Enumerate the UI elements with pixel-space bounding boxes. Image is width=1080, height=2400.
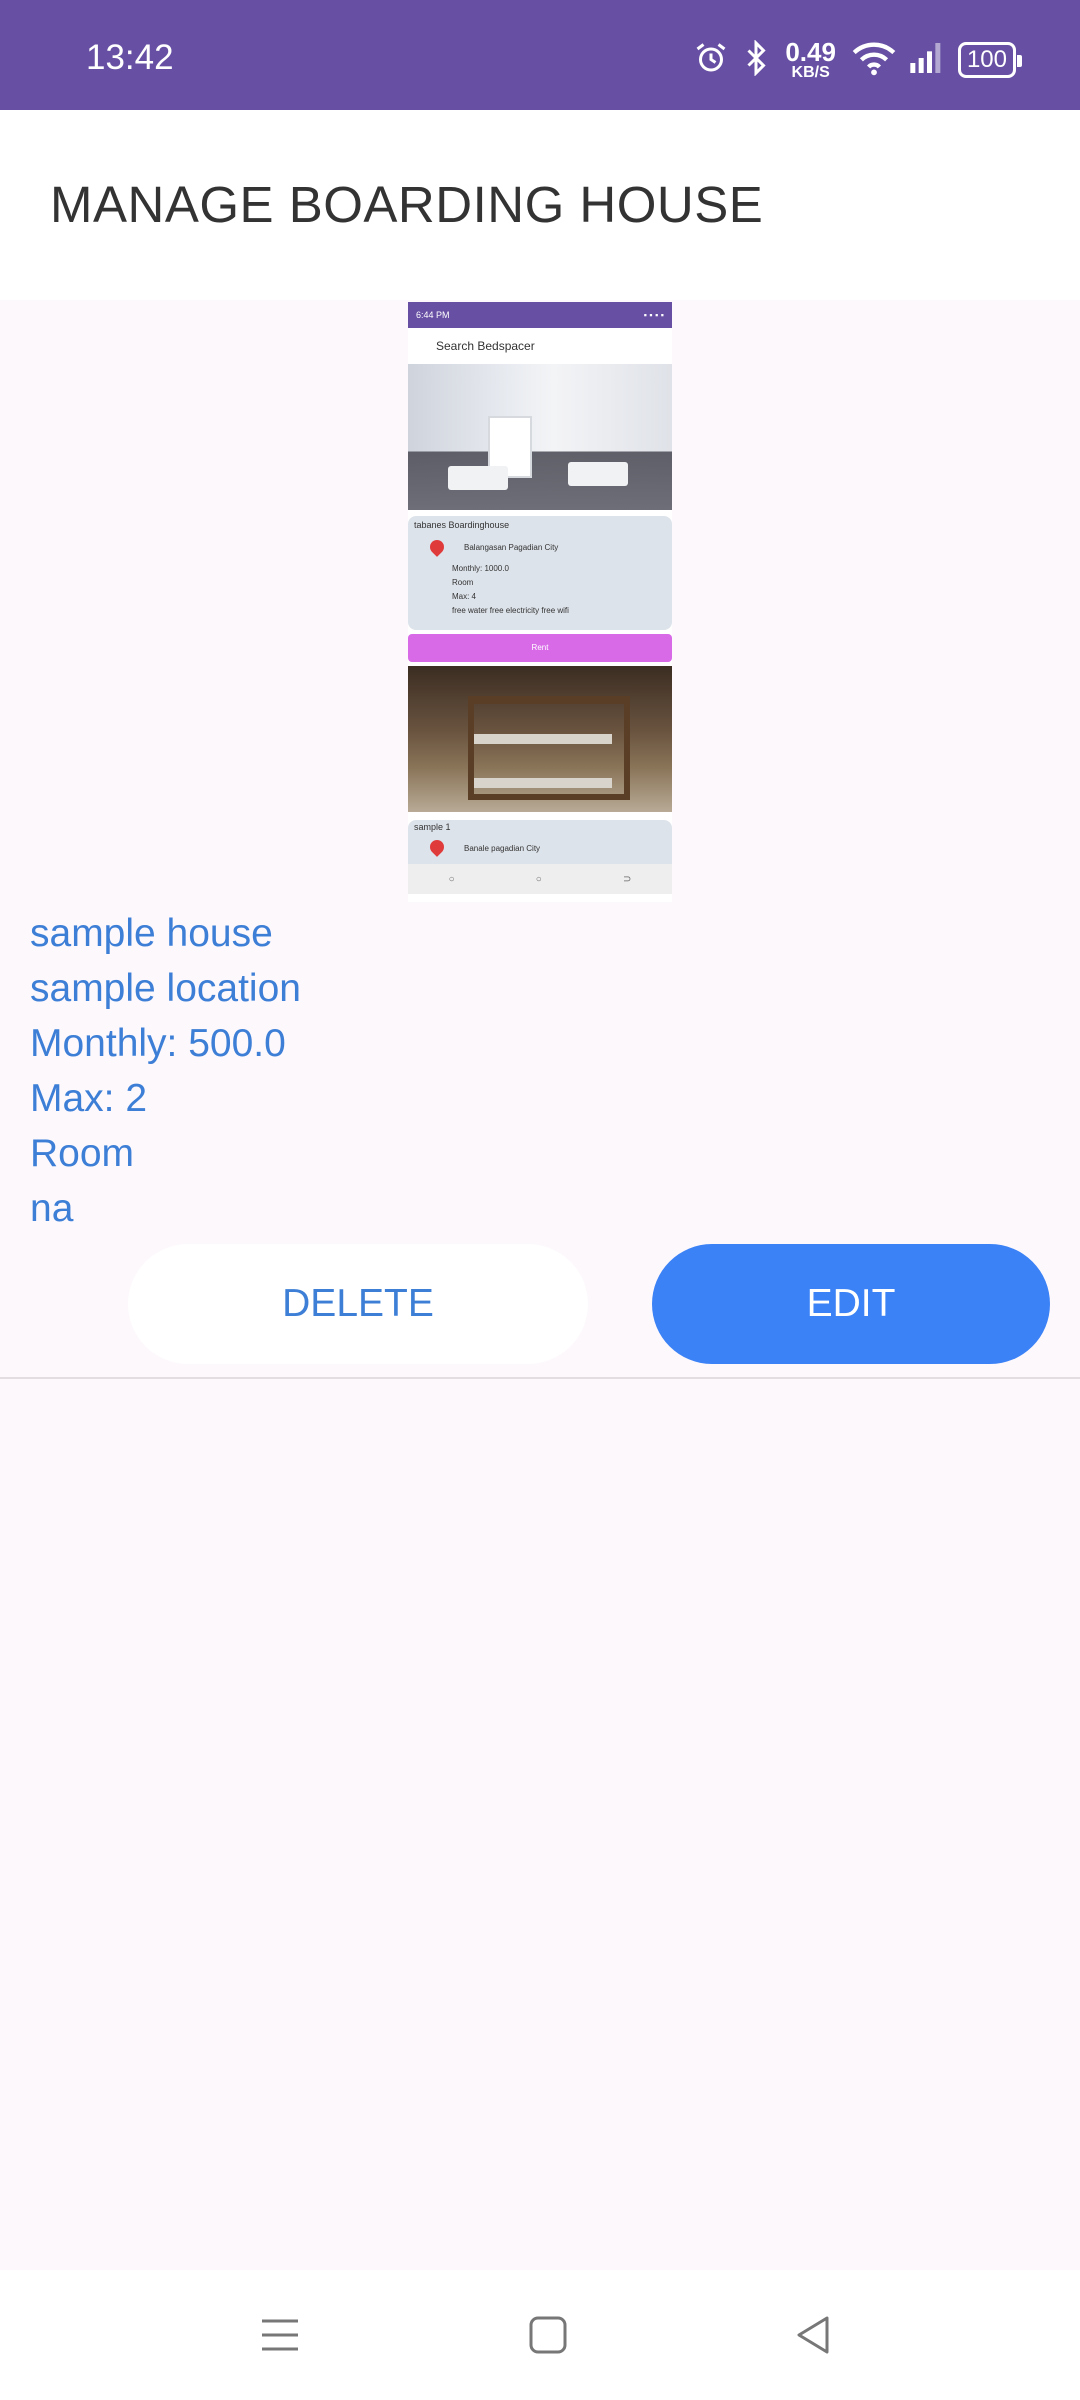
listing-description: na (30, 1187, 74, 1230)
listing-location: sample location (30, 967, 301, 1010)
location-pin-icon (427, 837, 447, 857)
bluetooth-icon (743, 38, 769, 81)
listing-type: Room (30, 1132, 135, 1175)
wifi-icon (852, 40, 896, 81)
status-icons: 0.49 KB/S 100 (693, 37, 1023, 82)
image-rent-button: Rent (408, 634, 672, 662)
battery-icon: 100 (957, 42, 1023, 78)
alarm-icon (693, 40, 729, 81)
listing-monthly: Monthly: 500.0 (30, 1022, 286, 1065)
delete-button[interactable]: DELETE (128, 1244, 588, 1364)
status-time: 13:42 (86, 38, 174, 77)
image-listing-card-2: sample 1 Banale pagadian City (408, 820, 672, 864)
app-header: MANAGE BOARDING HOUSE (0, 110, 1080, 300)
listing-image: 6:44 PM ▪ ▪ ▪ ▪ Search Bedspacer tabanes… (408, 302, 672, 902)
menu-icon[interactable] (245, 2300, 315, 2370)
home-icon[interactable] (513, 2300, 583, 2370)
listing-details: sample house sample location Monthly: 50… (30, 906, 301, 1236)
page-title: MANAGE BOARDING HOUSE (50, 176, 764, 233)
network-speed: 0.49 KB/S (785, 37, 836, 81)
location-pin-icon (427, 537, 447, 557)
room-photo (408, 364, 672, 510)
bunk-bed-photo (408, 666, 672, 812)
boarding-house-list: 6:44 PM ▪ ▪ ▪ ▪ Search Bedspacer tabanes… (0, 300, 1080, 2270)
list-divider (0, 1377, 1080, 1379)
image-nav-bar: ○ ○ ⊃ (408, 864, 672, 894)
listing-name: sample house (30, 912, 273, 955)
signal-icon (910, 42, 944, 78)
edit-button[interactable]: EDIT (652, 1244, 1050, 1364)
listing-max: Max: 2 (30, 1077, 148, 1120)
image-listing-card: tabanes Boardinghouse Balangasan Pagadia… (408, 516, 672, 630)
image-app-title: Search Bedspacer (436, 339, 535, 353)
back-icon[interactable] (778, 2300, 848, 2370)
status-bar: 13:42 0.49 KB/S 100 (0, 0, 1080, 110)
system-nav-bar (0, 2270, 1080, 2400)
image-status-bar: 6:44 PM ▪ ▪ ▪ ▪ (408, 302, 672, 328)
